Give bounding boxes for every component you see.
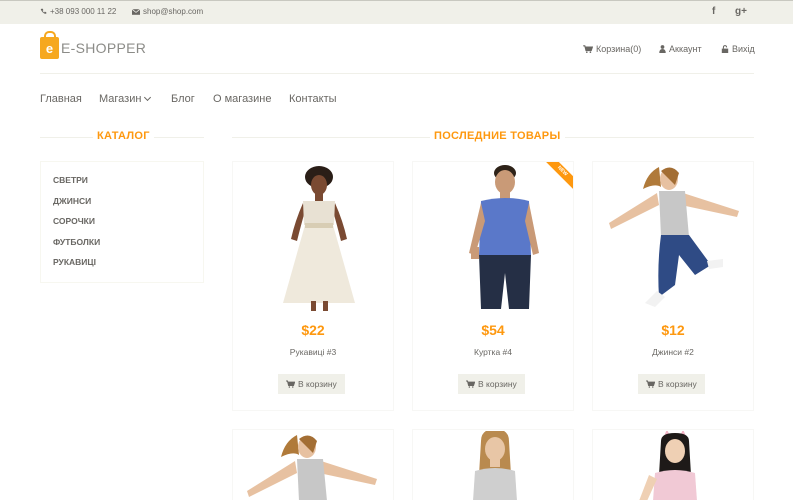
cart-icon xyxy=(466,380,475,388)
cart-link[interactable]: Корзина(0) xyxy=(583,44,641,54)
product-image[interactable] xyxy=(239,431,387,500)
email-address[interactable]: shop@shop.com xyxy=(143,7,203,16)
product-name: Джинси #2 xyxy=(652,347,694,357)
new-badge: NEW xyxy=(545,162,573,190)
product-price: $54 xyxy=(481,322,505,338)
add-to-cart-label: В корзину xyxy=(658,379,697,389)
top-bar: +38 093 000 11 22 shop@shop.com f g+ xyxy=(0,0,793,24)
account-link-label: Аккаунт xyxy=(669,44,702,54)
product-card: $22 Рукавиці #3 В корзину xyxy=(232,161,394,411)
product-price: $12 xyxy=(661,322,685,338)
cart-icon xyxy=(646,380,655,388)
google-plus-icon[interactable]: g+ xyxy=(735,6,747,17)
products-title: Последние товары xyxy=(430,130,565,142)
phone-number: +38 093 000 11 22 xyxy=(50,7,117,16)
product-image[interactable] xyxy=(599,431,747,500)
new-badge-label: NEW xyxy=(545,162,573,190)
phone-icon xyxy=(40,8,47,14)
logout-link-label: Вихід xyxy=(732,44,755,54)
product-image[interactable] xyxy=(599,163,747,311)
nav-contacts[interactable]: Контакты xyxy=(289,93,337,105)
nav-shop[interactable]: Магазин xyxy=(99,93,152,105)
add-to-cart-button[interactable]: В корзину xyxy=(458,374,525,394)
logout-link[interactable]: Вихід xyxy=(721,44,755,54)
envelope-icon xyxy=(132,8,140,15)
nav-about[interactable]: О магазине xyxy=(213,93,271,105)
cart-link-label: Корзина(0) xyxy=(596,44,642,54)
catalog-title: Каталог xyxy=(93,130,154,142)
catalog-item-sweaters[interactable]: Светри xyxy=(53,175,88,185)
nav-home[interactable]: Главная xyxy=(40,93,82,105)
catalog-item-tshirts[interactable]: Футболки xyxy=(53,237,100,247)
catalog-panel: Светри Джинси Сорочки Футболки Рукавиці xyxy=(40,161,204,283)
facebook-icon[interactable]: f xyxy=(712,6,715,17)
phone-contact: +38 093 000 11 22 xyxy=(40,7,116,16)
nav-shop-label: Магазин xyxy=(99,93,142,105)
product-image[interactable] xyxy=(239,163,387,311)
catalog-item-shirts[interactable]: Сорочки xyxy=(53,216,95,226)
email-contact[interactable]: shop@shop.com xyxy=(132,7,203,16)
product-price: $22 xyxy=(301,322,325,338)
lock-icon xyxy=(721,45,729,53)
catalog-item-jeans[interactable]: Джинси xyxy=(53,196,91,206)
catalog-item-gloves[interactable]: Рукавиці xyxy=(53,257,96,267)
product-card xyxy=(232,429,394,500)
add-to-cart-button[interactable]: В корзину xyxy=(638,374,705,394)
account-link[interactable]: Аккаунт xyxy=(659,44,702,54)
cart-icon xyxy=(583,45,593,53)
brand-name: E-SHOPPER xyxy=(61,40,147,56)
product-card: $12 Джинси #2 В корзину xyxy=(592,161,754,411)
header-divider xyxy=(40,73,754,74)
cart-icon xyxy=(286,380,295,388)
add-to-cart-label: В корзину xyxy=(298,379,337,389)
product-name: Куртка #4 xyxy=(474,347,512,357)
product-card xyxy=(412,429,574,500)
nav-blog[interactable]: Блог xyxy=(171,93,195,105)
add-to-cart-button[interactable]: В корзину xyxy=(278,374,345,394)
site-logo[interactable]: e E-SHOPPER xyxy=(40,31,147,59)
logo-letter: e xyxy=(45,40,54,56)
product-card xyxy=(592,429,754,500)
chevron-down-icon xyxy=(144,93,152,102)
add-to-cart-label: В корзину xyxy=(478,379,517,389)
product-card: NEW $54 Куртка #4 В корзину xyxy=(412,161,574,411)
user-icon xyxy=(659,45,666,53)
shopping-bag-logo-icon: e xyxy=(40,31,59,59)
product-name: Рукавиці #3 xyxy=(289,347,337,357)
product-image[interactable] xyxy=(419,431,567,500)
